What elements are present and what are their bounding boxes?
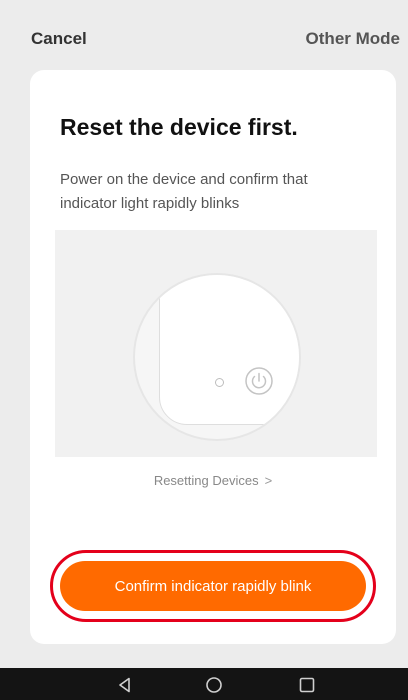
triangle-back-icon[interactable] [116, 676, 134, 694]
reset-card: Reset the device first. Power on the dev… [30, 70, 396, 644]
square-recent-icon[interactable] [298, 676, 316, 694]
chevron-right-icon: > [264, 473, 273, 488]
cancel-button[interactable]: Cancel [31, 29, 87, 49]
highlight-ring: Confirm indicator rapidly blink [50, 550, 376, 622]
power-icon [245, 367, 273, 395]
device-illustration [55, 230, 377, 457]
indicator-led-icon [215, 378, 224, 387]
resetting-devices-label: Resetting Devices [153, 473, 259, 488]
instruction-text: Power on the device and confirm that ind… [60, 171, 308, 212]
android-nav-bar [0, 668, 408, 700]
confirm-blink-button[interactable]: Confirm indicator rapidly blink [60, 561, 366, 611]
illustration-circle [133, 273, 301, 441]
resetting-devices-link[interactable]: Resetting Devices > [30, 473, 396, 488]
top-bar: Cancel Other Mode [0, 0, 408, 70]
page-title: Reset the device first. [60, 114, 298, 140]
device-body [159, 275, 299, 425]
other-mode-button[interactable]: Other Mode [306, 29, 400, 49]
circle-home-icon[interactable] [205, 676, 223, 694]
